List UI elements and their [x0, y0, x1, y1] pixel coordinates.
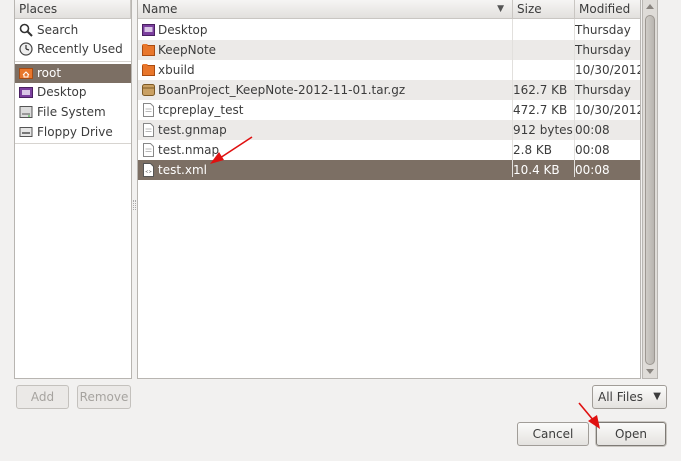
column-header-modified[interactable]: Modified	[575, 0, 640, 19]
place-label: Search	[37, 23, 79, 37]
place-label: File System	[37, 105, 106, 119]
file-modified: 10/30/2012	[575, 63, 641, 77]
file-size: 10.4 KB	[513, 163, 560, 177]
file-size: 472.7 KB	[513, 103, 568, 117]
places-header[interactable]: Places	[15, 0, 131, 19]
file-modified: Thursday	[575, 23, 631, 37]
folder-icon	[142, 64, 155, 76]
file-size: 912 bytes	[513, 123, 573, 137]
add-bookmark-button[interactable]: Add	[16, 385, 69, 409]
dropdown-arrow-icon: ▼	[653, 391, 661, 402]
column-divider	[574, 19, 575, 177]
file-name: tcpreplay_test	[158, 103, 244, 117]
places-separator	[15, 143, 131, 144]
file-list: Name ▼ Size Modified Desktop Thursday Ke…	[137, 0, 641, 379]
places-pane: Places Search Recently Used root Desktop	[14, 0, 132, 379]
place-file-system[interactable]: File System	[15, 103, 131, 122]
sort-arrow-icon: ▼	[497, 4, 504, 14]
file-filter-select[interactable]: All Files ▼	[592, 385, 667, 409]
file-row[interactable]: xbuild 10/30/2012	[138, 60, 640, 80]
filter-label: All Files	[598, 390, 644, 404]
place-desktop[interactable]: Desktop	[15, 83, 131, 102]
place-recently-used[interactable]: Recently Used	[15, 40, 131, 59]
file-icon	[143, 143, 154, 157]
open-button[interactable]: Open	[596, 422, 666, 446]
recently-used-icon	[19, 42, 33, 56]
file-size	[513, 60, 575, 80]
scroll-up-icon[interactable]	[646, 4, 654, 9]
file-system-icon	[19, 106, 33, 118]
search-icon	[19, 23, 33, 37]
file-row-selected[interactable]: <> test.xml 10.4 KB 00:08	[138, 160, 640, 180]
svg-text:<>: <>	[145, 169, 152, 174]
file-modified: 00:08	[575, 163, 610, 177]
desktop-folder-icon	[142, 24, 155, 36]
vertical-scrollbar[interactable]	[642, 0, 658, 379]
floppy-drive-icon	[19, 127, 33, 137]
cancel-button[interactable]: Cancel	[517, 422, 589, 446]
scrollbar-thumb[interactable]	[645, 15, 655, 365]
file-size: 2.8 KB	[513, 143, 552, 157]
file-name: KeepNote	[158, 43, 217, 57]
file-row[interactable]: KeepNote Thursday	[138, 40, 640, 60]
column-name-label: Name	[142, 2, 178, 16]
file-row[interactable]: test.gnmap 912 bytes 00:08	[138, 120, 640, 140]
file-modified: 10/30/2012	[575, 103, 641, 117]
column-header-size[interactable]: Size	[513, 0, 575, 19]
desktop-folder-icon	[19, 87, 33, 98]
file-name: test.xml	[158, 163, 207, 177]
home-folder-icon	[19, 68, 33, 79]
file-row[interactable]: BoanProject_KeepNote-2012-11-01.tar.gz 1…	[138, 80, 640, 100]
place-search[interactable]: Search	[15, 21, 131, 40]
file-name: Desktop	[158, 23, 208, 37]
file-row[interactable]: tcpreplay_test 472.7 KB 10/30/2012	[138, 100, 640, 120]
place-label: Recently Used	[37, 42, 123, 56]
archive-icon	[142, 84, 155, 96]
xml-file-icon: <>	[143, 163, 154, 177]
file-modified: 00:08	[575, 143, 610, 157]
place-label: root	[37, 66, 62, 80]
file-modified: Thursday	[575, 83, 631, 97]
folder-icon	[142, 44, 155, 56]
file-name: BoanProject_KeepNote-2012-11-01.tar.gz	[158, 83, 406, 97]
remove-bookmark-button[interactable]: Remove	[77, 385, 131, 409]
place-label: Desktop	[37, 85, 87, 99]
file-modified: Thursday	[575, 43, 631, 57]
file-icon	[143, 123, 154, 137]
column-header-name[interactable]: Name ▼	[138, 0, 513, 19]
file-size	[513, 20, 575, 40]
file-modified: 00:08	[575, 123, 610, 137]
column-divider	[512, 19, 513, 177]
file-name: test.gnmap	[158, 123, 227, 137]
file-name: xbuild	[158, 63, 195, 77]
file-name: test.nmap	[158, 143, 220, 157]
place-floppy-drive[interactable]: Floppy Drive	[15, 123, 131, 142]
scroll-down-icon[interactable]	[646, 369, 654, 374]
file-size: 162.7 KB	[513, 83, 568, 97]
place-root[interactable]: root	[15, 64, 131, 83]
file-size	[513, 40, 575, 60]
file-row[interactable]: Desktop Thursday	[138, 20, 640, 40]
file-icon	[143, 103, 154, 117]
place-label: Floppy Drive	[37, 125, 113, 139]
file-row[interactable]: test.nmap 2.8 KB 00:08	[138, 140, 640, 160]
places-separator	[15, 61, 131, 62]
pane-resize-handle[interactable]	[133, 200, 136, 210]
